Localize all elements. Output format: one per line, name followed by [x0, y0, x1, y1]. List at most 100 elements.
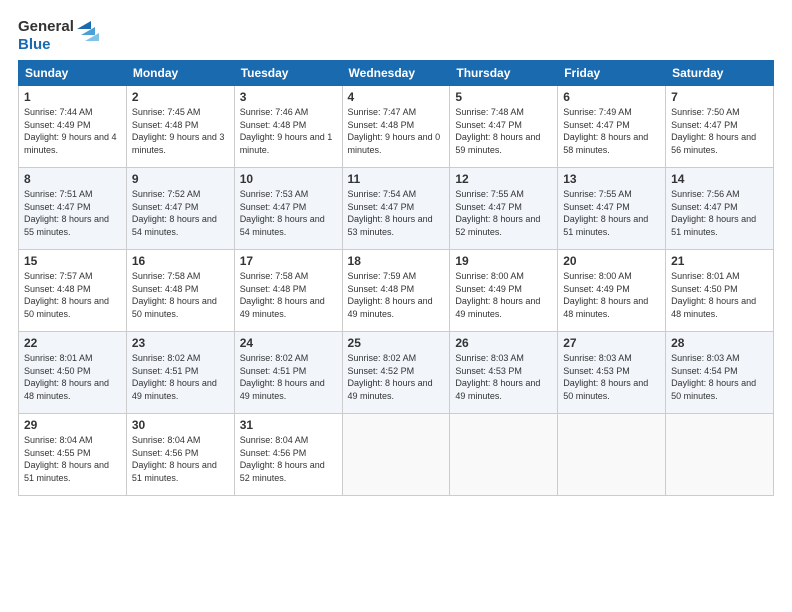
calendar-table: SundayMondayTuesdayWednesdayThursdayFrid…: [18, 60, 774, 496]
calendar-day-cell: [450, 414, 558, 496]
day-number: 17: [240, 254, 337, 268]
calendar-day-cell: 18 Sunrise: 7:59 AMSunset: 4:48 PMDayligh…: [342, 250, 450, 332]
day-number: 12: [455, 172, 552, 186]
weekday-header-cell: Wednesday: [342, 61, 450, 86]
day-info: Sunrise: 8:01 AMSunset: 4:50 PMDaylight:…: [24, 352, 121, 402]
calendar-day-cell: 28 Sunrise: 8:03 AMSunset: 4:54 PMDayligh…: [666, 332, 774, 414]
calendar-day-cell: 25 Sunrise: 8:02 AMSunset: 4:52 PMDayligh…: [342, 332, 450, 414]
day-number: 18: [348, 254, 445, 268]
calendar-day-cell: 26 Sunrise: 8:03 AMSunset: 4:53 PMDayligh…: [450, 332, 558, 414]
day-info: Sunrise: 7:59 AMSunset: 4:48 PMDaylight:…: [348, 270, 445, 320]
day-info: Sunrise: 8:02 AMSunset: 4:52 PMDaylight:…: [348, 352, 445, 402]
calendar-day-cell: 7Sunrise: 7:50 AMSunset: 4:47 PMDaylight…: [666, 86, 774, 168]
day-number: 20: [563, 254, 660, 268]
logo-wave-icon: [77, 21, 99, 51]
day-info: Sunrise: 7:56 AMSunset: 4:47 PMDaylight:…: [671, 188, 768, 238]
weekday-header-cell: Tuesday: [234, 61, 342, 86]
calendar-day-cell: 29 Sunrise: 8:04 AMSunset: 4:55 PMDayligh…: [19, 414, 127, 496]
calendar-day-cell: [342, 414, 450, 496]
calendar-day-cell: 27Sunrise: 8:03 AMSunset: 4:53 PMDayligh…: [558, 332, 666, 414]
calendar-day-cell: 1 Sunrise: 7:44 AMSunset: 4:49 PMDaylight…: [19, 86, 127, 168]
day-number: 9: [132, 172, 229, 186]
day-number: 8: [24, 172, 121, 186]
day-number: 6: [563, 90, 660, 104]
day-number: 24: [240, 336, 337, 350]
day-number: 21: [671, 254, 768, 268]
calendar-day-cell: 4Sunrise: 7:47 AMSunset: 4:48 PMDaylight…: [342, 86, 450, 168]
day-number: 15: [24, 254, 121, 268]
day-number: 26: [455, 336, 552, 350]
calendar-day-cell: 24 Sunrise: 8:02 AMSunset: 4:51 PMDayligh…: [234, 332, 342, 414]
calendar-day-cell: 23 Sunrise: 8:02 AMSunset: 4:51 PMDayligh…: [126, 332, 234, 414]
day-info: Sunrise: 8:01 AMSunset: 4:50 PMDaylight:…: [671, 270, 768, 320]
day-info: Sunrise: 7:58 AMSunset: 4:48 PMDaylight:…: [132, 270, 229, 320]
day-info: Sunrise: 8:00 AMSunset: 4:49 PMDaylight:…: [563, 270, 660, 320]
calendar-day-cell: 5Sunrise: 7:48 AMSunset: 4:47 PMDaylight…: [450, 86, 558, 168]
calendar-day-cell: 31 Sunrise: 8:04 AMSunset: 4:56 PMDayligh…: [234, 414, 342, 496]
header: General Blue: [18, 18, 774, 54]
calendar-week-row: 22 Sunrise: 8:01 AMSunset: 4:50 PMDayligh…: [19, 332, 774, 414]
day-info: Sunrise: 7:44 AMSunset: 4:49 PMDaylight:…: [24, 106, 121, 156]
day-number: 14: [671, 172, 768, 186]
day-info: Sunrise: 8:04 AMSunset: 4:55 PMDaylight:…: [24, 434, 121, 484]
day-info: Sunrise: 7:50 AMSunset: 4:47 PMDaylight:…: [671, 106, 768, 156]
day-info: Sunrise: 7:52 AMSunset: 4:47 PMDaylight:…: [132, 188, 229, 238]
calendar-day-cell: 11 Sunrise: 7:54 AMSunset: 4:47 PMDayligh…: [342, 168, 450, 250]
calendar-day-cell: 3Sunrise: 7:46 AMSunset: 4:48 PMDaylight…: [234, 86, 342, 168]
day-number: 13: [563, 172, 660, 186]
day-info: Sunrise: 7:55 AMSunset: 4:47 PMDaylight:…: [455, 188, 552, 238]
day-number: 3: [240, 90, 337, 104]
day-number: 23: [132, 336, 229, 350]
day-info: Sunrise: 7:51 AMSunset: 4:47 PMDaylight:…: [24, 188, 121, 238]
day-info: Sunrise: 7:58 AMSunset: 4:48 PMDaylight:…: [240, 270, 337, 320]
day-number: 30: [132, 418, 229, 432]
calendar-day-cell: 30 Sunrise: 8:04 AMSunset: 4:56 PMDayligh…: [126, 414, 234, 496]
day-info: Sunrise: 8:04 AMSunset: 4:56 PMDaylight:…: [132, 434, 229, 484]
weekday-header-row: SundayMondayTuesdayWednesdayThursdayFrid…: [19, 61, 774, 86]
day-number: 2: [132, 90, 229, 104]
weekday-header-cell: Thursday: [450, 61, 558, 86]
calendar-day-cell: 13 Sunrise: 7:55 AMSunset: 4:47 PMDayligh…: [558, 168, 666, 250]
day-number: 11: [348, 172, 445, 186]
calendar-week-row: 15Sunrise: 7:57 AMSunset: 4:48 PMDayligh…: [19, 250, 774, 332]
day-info: Sunrise: 8:03 AMSunset: 4:53 PMDaylight:…: [455, 352, 552, 402]
logo-blue: Blue: [18, 36, 51, 54]
calendar-day-cell: 16 Sunrise: 7:58 AMSunset: 4:48 PMDayligh…: [126, 250, 234, 332]
calendar-day-cell: 22 Sunrise: 8:01 AMSunset: 4:50 PMDayligh…: [19, 332, 127, 414]
day-number: 28: [671, 336, 768, 350]
calendar-day-cell: 9 Sunrise: 7:52 AMSunset: 4:47 PMDaylight…: [126, 168, 234, 250]
calendar-day-cell: 14 Sunrise: 7:56 AMSunset: 4:47 PMDayligh…: [666, 168, 774, 250]
day-number: 5: [455, 90, 552, 104]
day-info: Sunrise: 8:02 AMSunset: 4:51 PMDaylight:…: [132, 352, 229, 402]
calendar-day-cell: 17 Sunrise: 7:58 AMSunset: 4:48 PMDayligh…: [234, 250, 342, 332]
day-number: 29: [24, 418, 121, 432]
day-number: 25: [348, 336, 445, 350]
day-info: Sunrise: 7:55 AMSunset: 4:47 PMDaylight:…: [563, 188, 660, 238]
logo: General Blue: [18, 18, 99, 54]
calendar-day-cell: 8 Sunrise: 7:51 AMSunset: 4:47 PMDaylight…: [19, 168, 127, 250]
day-number: 4: [348, 90, 445, 104]
day-info: Sunrise: 7:53 AMSunset: 4:47 PMDaylight:…: [240, 188, 337, 238]
day-number: 19: [455, 254, 552, 268]
day-number: 31: [240, 418, 337, 432]
calendar-body: 1 Sunrise: 7:44 AMSunset: 4:49 PMDaylight…: [19, 86, 774, 496]
day-number: 1: [24, 90, 121, 104]
day-info: Sunrise: 8:03 AMSunset: 4:54 PMDaylight:…: [671, 352, 768, 402]
calendar-week-row: 1 Sunrise: 7:44 AMSunset: 4:49 PMDaylight…: [19, 86, 774, 168]
day-info: Sunrise: 7:45 AMSunset: 4:48 PMDaylight:…: [132, 106, 229, 156]
day-info: Sunrise: 8:03 AMSunset: 4:53 PMDaylight:…: [563, 352, 660, 402]
day-info: Sunrise: 8:04 AMSunset: 4:56 PMDaylight:…: [240, 434, 337, 484]
day-number: 16: [132, 254, 229, 268]
day-number: 22: [24, 336, 121, 350]
calendar-week-row: 8 Sunrise: 7:51 AMSunset: 4:47 PMDaylight…: [19, 168, 774, 250]
day-info: Sunrise: 7:49 AMSunset: 4:47 PMDaylight:…: [563, 106, 660, 156]
calendar-day-cell: 21 Sunrise: 8:01 AMSunset: 4:50 PMDayligh…: [666, 250, 774, 332]
weekday-header-cell: Monday: [126, 61, 234, 86]
calendar-day-cell: 6 Sunrise: 7:49 AMSunset: 4:47 PMDaylight…: [558, 86, 666, 168]
calendar-day-cell: [666, 414, 774, 496]
day-info: Sunrise: 8:02 AMSunset: 4:51 PMDaylight:…: [240, 352, 337, 402]
day-number: 10: [240, 172, 337, 186]
calendar-day-cell: 20 Sunrise: 8:00 AMSunset: 4:49 PMDayligh…: [558, 250, 666, 332]
day-info: Sunrise: 7:54 AMSunset: 4:47 PMDaylight:…: [348, 188, 445, 238]
calendar-day-cell: 19Sunrise: 8:00 AMSunset: 4:49 PMDayligh…: [450, 250, 558, 332]
